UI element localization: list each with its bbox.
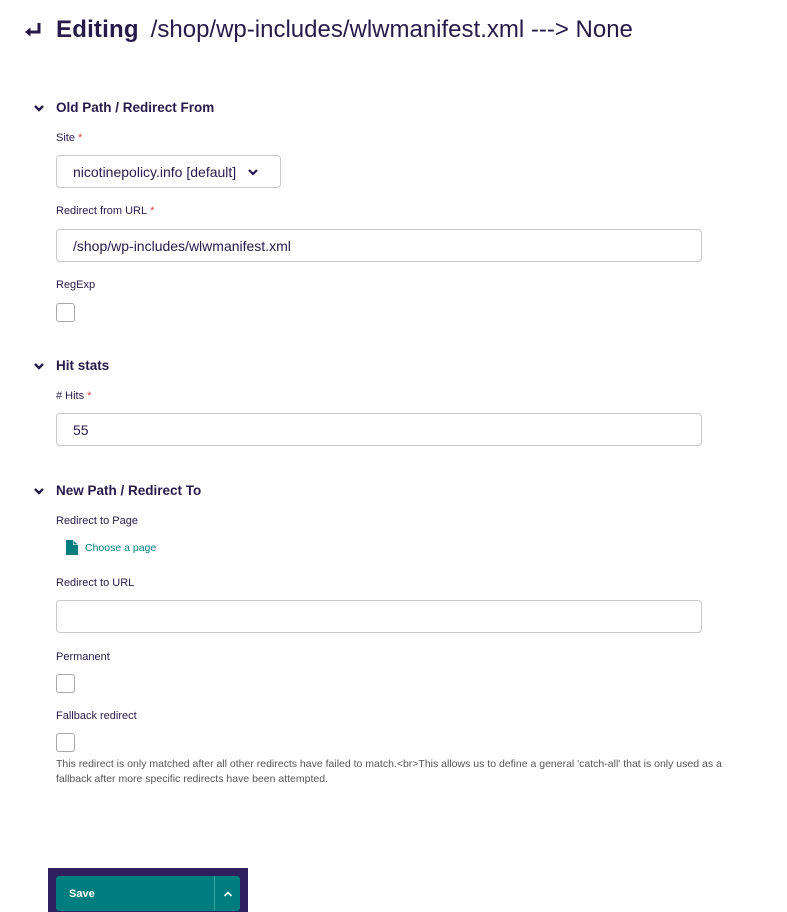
chevron-down-icon bbox=[33, 102, 45, 114]
chevron-up-icon bbox=[223, 885, 233, 903]
permanent-label: Permanent bbox=[56, 651, 110, 663]
section-new-path-toggle[interactable]: New Path / Redirect To bbox=[33, 483, 201, 498]
hits-label: # Hits * bbox=[56, 390, 91, 402]
redirect-from-label-text: Redirect from URL bbox=[56, 205, 148, 217]
hits-label-text: # Hits bbox=[56, 390, 85, 402]
redirect-from-label: Redirect from URL * bbox=[56, 205, 154, 217]
permanent-checkbox[interactable] bbox=[56, 674, 75, 693]
redirect-url-input[interactable] bbox=[56, 600, 702, 633]
section-hit-stats-toggle[interactable]: Hit stats bbox=[33, 358, 109, 373]
page-subtitle: /shop/wp-includes/wlwmanifest.xml ---> N… bbox=[150, 16, 633, 43]
fallback-label: Fallback redirect bbox=[56, 710, 137, 722]
section-old-path-toggle[interactable]: Old Path / Redirect From bbox=[33, 100, 214, 115]
redirect-page-label: Redirect to Page bbox=[56, 515, 138, 527]
regexp-label: RegExp bbox=[56, 279, 96, 291]
chevron-down-icon bbox=[247, 166, 259, 178]
site-label: Site * bbox=[56, 132, 82, 144]
fallback-help-text: This redirect is only matched after all … bbox=[56, 758, 722, 785]
save-button[interactable]: Save bbox=[56, 876, 214, 911]
regexp-checkbox[interactable] bbox=[56, 303, 75, 322]
return-arrow-icon[interactable] bbox=[22, 19, 44, 41]
redirect-from-input[interactable]: /shop/wp-includes/wlwmanifest.xml bbox=[56, 229, 702, 262]
redirect-from-value: /shop/wp-includes/wlwmanifest.xml bbox=[73, 237, 291, 254]
section-title: Old Path / Redirect From bbox=[56, 100, 215, 115]
site-label-text: Site bbox=[56, 132, 75, 144]
site-select-value: nicotinepolicy.info [default] bbox=[73, 163, 237, 180]
page-header: Editing /shop/wp-includes/wlwmanifest.xm… bbox=[22, 14, 633, 46]
site-select[interactable]: nicotinepolicy.info [default] bbox=[56, 155, 281, 188]
fallback-checkbox[interactable] bbox=[56, 733, 75, 752]
choose-page-label: Choose a page bbox=[85, 541, 157, 554]
hits-value: 55 bbox=[73, 421, 89, 438]
required-marker: * bbox=[150, 205, 155, 217]
section-title: Hit stats bbox=[56, 358, 110, 373]
redirect-url-label: Redirect to URL bbox=[56, 577, 135, 589]
chevron-down-icon bbox=[33, 360, 45, 372]
more-actions-toggle[interactable] bbox=[214, 876, 240, 911]
required-marker: * bbox=[87, 390, 92, 402]
hits-input[interactable]: 55 bbox=[56, 413, 702, 446]
choose-page-button[interactable]: Choose a page bbox=[66, 540, 156, 555]
editing-label: Editing bbox=[56, 16, 139, 43]
document-icon bbox=[66, 540, 78, 555]
save-button-group: Save bbox=[56, 876, 240, 911]
section-title: New Path / Redirect To bbox=[56, 483, 202, 498]
chevron-down-icon bbox=[33, 485, 45, 497]
required-marker: * bbox=[77, 132, 83, 144]
